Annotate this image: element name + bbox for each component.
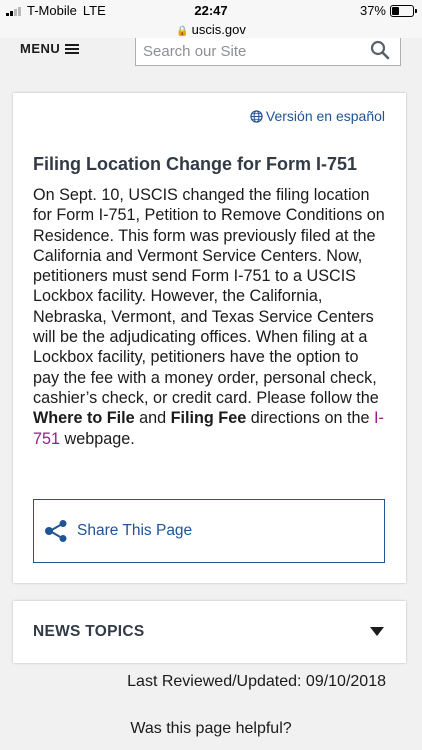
last-reviewed-date: Last Reviewed/Updated: 09/10/2018	[127, 673, 386, 690]
clock: 22:47	[194, 3, 228, 18]
lock-icon: 🔒	[176, 26, 189, 37]
status-bar: T-Mobile LTE 22:47 37%	[0, 0, 422, 22]
share-page-label: Share This Page	[77, 522, 193, 539]
menu-label: MENU	[20, 41, 61, 56]
battery-info: 37%	[359, 3, 417, 18]
search-icon[interactable]	[370, 40, 390, 60]
article-title: Filing Location Change for Form I-751	[33, 154, 358, 174]
body-and: and	[134, 409, 171, 428]
body-directions: directions on the	[246, 409, 374, 428]
site-header: MENU	[0, 38, 422, 72]
spanish-version-link[interactable]: Versión en español	[250, 108, 385, 124]
url-text: uscis.gov	[191, 22, 246, 37]
caret-down-icon	[370, 627, 384, 636]
globe-icon	[250, 109, 263, 123]
share-icon	[45, 520, 67, 542]
where-to-file-emphasis: Where to File	[33, 409, 135, 428]
filing-fee-emphasis: Filing Fee	[170, 409, 247, 428]
spanish-version-label: Versión en español	[265, 108, 385, 124]
search-box	[135, 38, 401, 66]
search-input[interactable]	[143, 38, 363, 64]
body-webpage: webpage.	[60, 429, 135, 448]
hamburger-icon	[65, 42, 80, 56]
news-topics-accordion[interactable]: NEWS TOPICS	[13, 601, 406, 663]
article-body: On Sept. 10, USCIS changed the filing lo…	[33, 185, 389, 449]
article-card: Versión en español Filing Location Chang…	[13, 93, 406, 583]
battery-percent: 37%	[359, 3, 386, 18]
news-topics-label: NEWS TOPICS	[33, 623, 145, 640]
menu-button[interactable]: MENU	[20, 41, 80, 56]
page-helpful-question: Was this page helpful?	[130, 720, 292, 737]
share-page-button[interactable]: Share This Page	[33, 499, 385, 563]
battery-icon	[390, 4, 417, 17]
address-bar[interactable]: 🔒 uscis.gov	[0, 22, 422, 38]
body-paragraph: On Sept. 10, USCIS changed the filing lo…	[33, 186, 385, 407]
